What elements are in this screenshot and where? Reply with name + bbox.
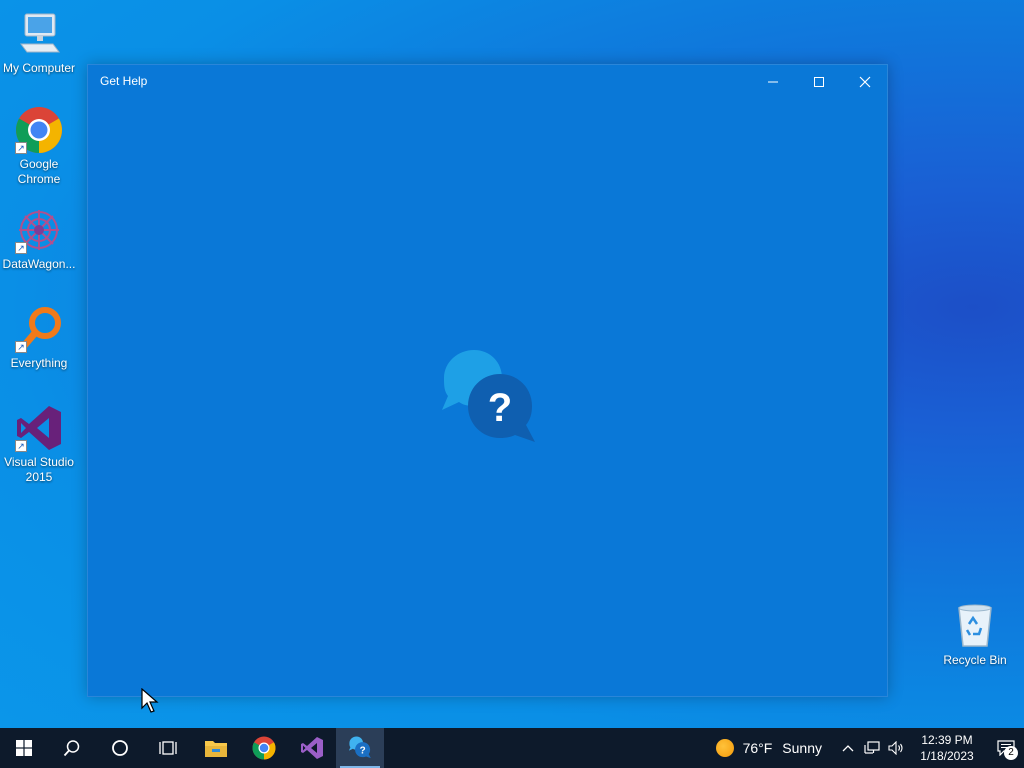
start-button[interactable] <box>0 728 48 768</box>
task-view-icon <box>159 741 177 755</box>
desktop: My Computer ↗ Google Chrome ↗ DataWagon.… <box>0 0 1024 728</box>
get-help-question-bubbles-icon: ? <box>438 348 540 450</box>
weather-temperature: 76°F <box>742 740 773 756</box>
shortcut-arrow-icon: ↗ <box>15 341 27 353</box>
maximize-button[interactable] <box>796 65 842 99</box>
datawagon-icon: ↗ <box>15 206 63 254</box>
chrome-icon <box>252 736 276 760</box>
get-help-icon: ? <box>348 736 371 759</box>
taskbar-file-explorer[interactable] <box>192 728 240 768</box>
window-title: Get Help <box>100 74 148 88</box>
task-view-button[interactable] <box>144 728 192 768</box>
desktop-icon-google-chrome[interactable]: ↗ Google Chrome <box>0 106 78 187</box>
desktop-icon-visual-studio-2015[interactable]: ↗ Visual Studio 2015 <box>0 404 78 485</box>
mouse-pointer-icon <box>141 688 159 713</box>
desktop-icon-datawagon[interactable]: ↗ DataWagon... <box>0 206 78 272</box>
desktop-icon-label: Google Chrome <box>17 157 61 186</box>
everything-search-icon: ↗ <box>15 305 63 353</box>
taskbar: ? 76°F Sunny 12:39 PM 1/18/2023 2 <box>0 728 1024 768</box>
weather-condition: Sunny <box>782 740 822 756</box>
maximize-icon <box>814 77 824 87</box>
desktop-icon-my-computer[interactable]: My Computer <box>0 10 78 76</box>
svg-text:?: ? <box>488 386 512 430</box>
search-button[interactable] <box>48 728 96 768</box>
shortcut-arrow-icon: ↗ <box>15 242 27 254</box>
cortana-circle-icon <box>112 740 128 756</box>
desktop-icon-label: Everything <box>10 356 68 370</box>
recycle-bin-icon <box>951 602 999 650</box>
desktop-icon-label: Visual Studio 2015 <box>4 455 74 484</box>
get-help-window: Get Help ? <box>87 64 888 697</box>
system-tray: 76°F Sunny 12:39 PM 1/18/2023 2 <box>715 728 1024 768</box>
computer-icon <box>15 10 63 58</box>
chevron-up-icon <box>842 745 854 752</box>
show-hidden-icons-button[interactable] <box>836 728 860 768</box>
speaker-icon <box>888 741 903 755</box>
clock-date: 1/18/2023 <box>920 749 974 763</box>
action-center-button[interactable]: 2 <box>988 728 1024 768</box>
taskbar-chrome[interactable] <box>240 728 288 768</box>
clock-time: 12:39 PM <box>921 733 973 747</box>
desktop-icon-everything[interactable]: ↗ Everything <box>0 305 78 371</box>
minimize-button[interactable] <box>750 65 796 99</box>
window-titlebar[interactable]: Get Help <box>88 65 887 99</box>
volume-button[interactable] <box>884 728 908 768</box>
search-icon <box>63 740 80 757</box>
minimize-icon <box>768 81 778 83</box>
cortana-button[interactable] <box>96 728 144 768</box>
notification-count-badge: 2 <box>1004 746 1018 760</box>
visual-studio-icon <box>301 737 323 759</box>
shortcut-arrow-icon: ↗ <box>15 440 27 452</box>
chrome-icon: ↗ <box>15 106 63 154</box>
close-icon <box>859 76 871 88</box>
desktop-icon-label: DataWagon... <box>2 257 76 271</box>
shortcut-arrow-icon: ↗ <box>15 142 27 154</box>
taskbar-get-help[interactable]: ? <box>336 728 384 768</box>
desktop-icon-label: My Computer <box>2 61 76 75</box>
desktop-icon-recycle-bin[interactable]: Recycle Bin <box>936 602 1014 668</box>
windows-logo-icon <box>16 740 32 756</box>
folder-icon <box>205 741 227 757</box>
desktop-icon-label: Recycle Bin <box>943 653 1007 667</box>
close-button[interactable] <box>842 65 888 99</box>
taskbar-visual-studio[interactable] <box>288 728 336 768</box>
network-button[interactable] <box>860 728 884 768</box>
svg-text:?: ? <box>360 746 366 757</box>
weather-widget[interactable]: 76°F Sunny <box>715 739 822 757</box>
network-icon <box>864 741 880 754</box>
visual-studio-icon: ↗ <box>15 404 63 452</box>
taskbar-clock[interactable]: 12:39 PM 1/18/2023 <box>914 732 980 764</box>
sunny-weather-icon <box>715 739 734 757</box>
